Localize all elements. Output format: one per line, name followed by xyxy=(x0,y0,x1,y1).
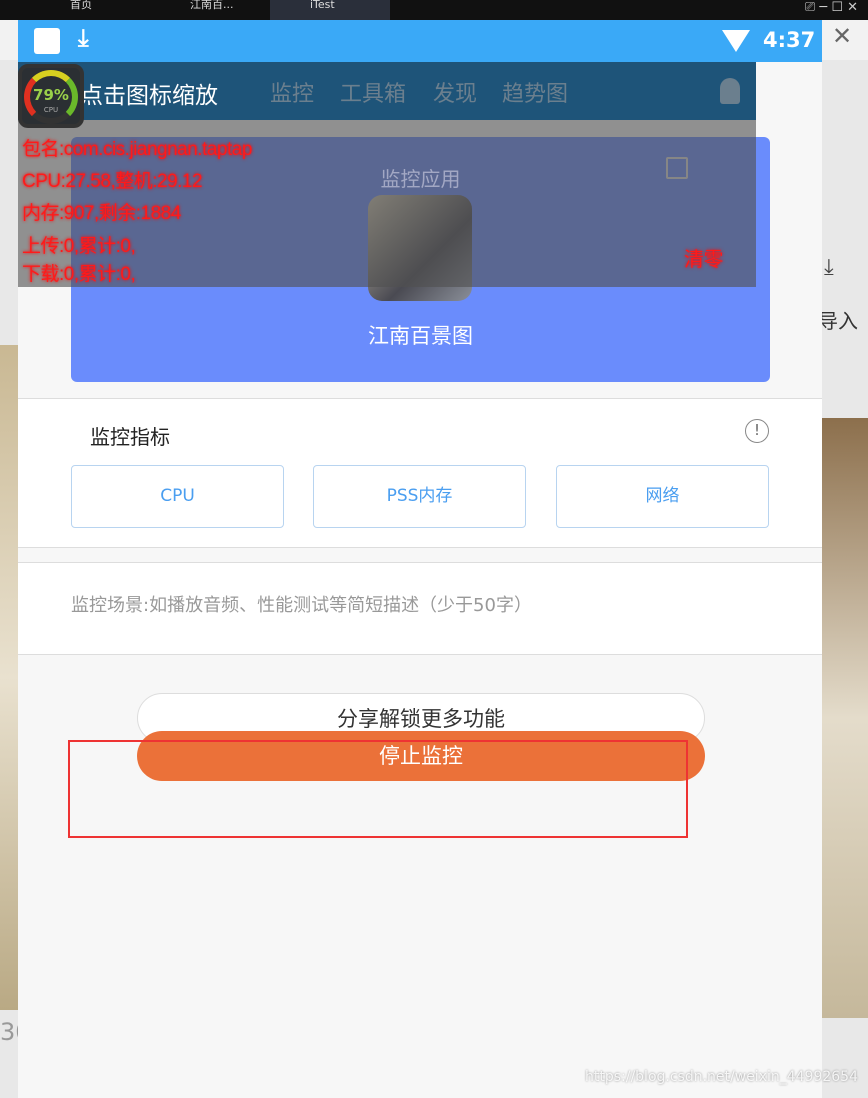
status-bar: ⤓ 4:37 xyxy=(18,20,822,62)
cpu-gauge-icon[interactable]: 79% CPU xyxy=(18,64,84,128)
scene-placeholder: 监控场景:如播放音频、性能测试等简短描述（少于50字） xyxy=(71,595,532,616)
metric-pss-button[interactable]: PSS内存 xyxy=(313,465,526,528)
import-label[interactable]: 导入 xyxy=(818,305,858,334)
overlay-nav: 点击图标缩放 监控 工具箱 发现 趋势图 xyxy=(18,62,756,120)
host-tab-bar: 首页 江南百... iTest ⎚ ─ ☐ ✕ xyxy=(0,0,868,20)
download-line: 下载:0,累计:0, xyxy=(22,264,136,285)
nav-trend[interactable]: 趋势图 xyxy=(502,76,568,108)
background-image xyxy=(822,418,868,1018)
host-tab-home[interactable]: 首页 xyxy=(30,0,150,20)
gauge-label: CPU xyxy=(43,106,59,114)
notification-icon xyxy=(34,28,60,54)
card-title: 监控应用 xyxy=(380,167,461,191)
window-controls[interactable]: ⎚ ─ ☐ ✕ xyxy=(805,0,858,15)
background-image xyxy=(0,345,18,1010)
scene-input[interactable]: 监控场景:如播放音频、性能测试等简短描述（少于50字） xyxy=(18,562,822,655)
metric-cpu-button[interactable]: CPU xyxy=(71,465,284,528)
upload-line: 上传:0,累计:0, xyxy=(22,236,136,257)
nav-discover[interactable]: 发现 xyxy=(433,76,477,108)
tab-label: 首页 xyxy=(70,0,92,11)
host-tab-itest[interactable]: iTest xyxy=(270,0,390,20)
metrics-title: 监控指标 xyxy=(90,425,170,449)
zoom-hint[interactable]: 点击图标缩放 xyxy=(80,76,218,110)
gauge-value: 79% xyxy=(33,86,69,104)
metric-network-button[interactable]: 网络 xyxy=(556,465,769,528)
watermark: https://blog.csdn.net/weixin_44992654 xyxy=(584,1069,858,1085)
package-line: 包名:com.cis.jiangnan.taptap xyxy=(22,139,252,160)
import-icon[interactable]: ⤓ xyxy=(824,255,834,280)
nav-toolbox[interactable]: 工具箱 xyxy=(340,76,406,108)
download-icon: ⤓ xyxy=(78,24,89,52)
info-icon[interactable]: ! xyxy=(745,419,769,443)
host-close-icon[interactable]: ✕ xyxy=(832,22,852,50)
tab-label: 江南百... xyxy=(190,0,234,11)
clock: 4:37 xyxy=(763,28,816,52)
wifi-icon xyxy=(722,30,750,52)
memory-line: 内存:907,剩余:1884 xyxy=(22,203,181,224)
tab-label: iTest xyxy=(310,0,335,11)
host-tab-game[interactable]: 江南百... xyxy=(150,0,270,20)
highlight-box xyxy=(68,740,688,838)
user-icon[interactable] xyxy=(720,78,740,104)
reset-button[interactable]: 清零 xyxy=(684,243,724,272)
app-name: 江南百景图 xyxy=(368,324,473,348)
nav-monitor[interactable]: 监控 xyxy=(270,76,314,108)
